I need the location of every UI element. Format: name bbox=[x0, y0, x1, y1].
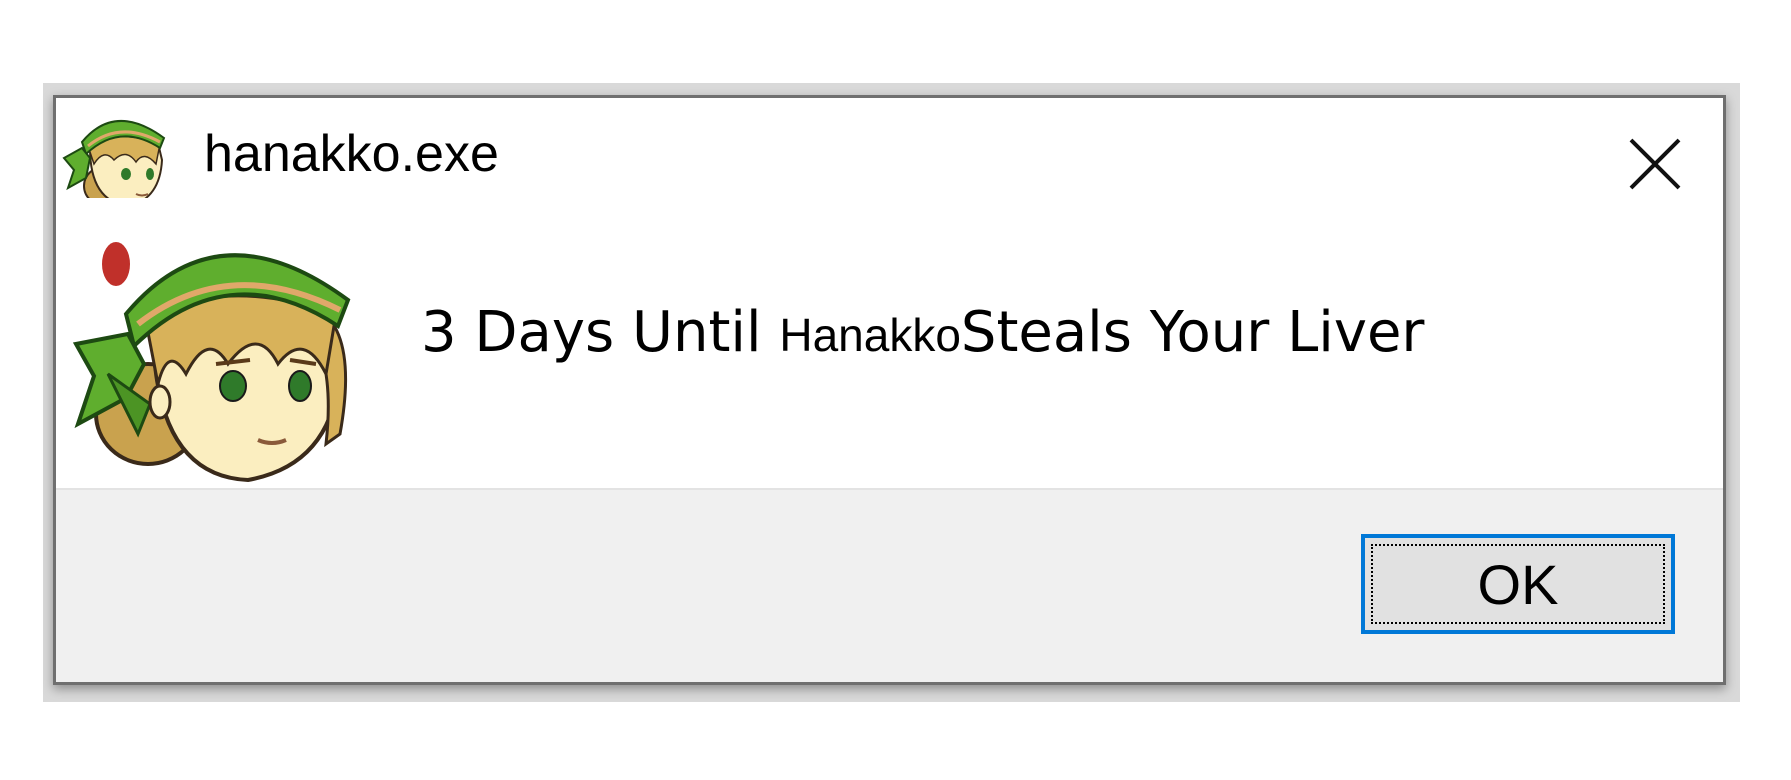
ok-button[interactable]: OK bbox=[1361, 534, 1675, 634]
ok-button-label: OK bbox=[1477, 552, 1559, 616]
hanakko-avatar bbox=[72, 242, 351, 483]
hanakko-avatar-icon bbox=[62, 119, 166, 208]
dialog-content: 3 Days Until HanakkoSteals Your Liver bbox=[56, 198, 1723, 488]
close-button[interactable] bbox=[1627, 136, 1683, 192]
message-text: 3 Days Until HanakkoSteals Your Liver bbox=[421, 298, 1424, 370]
message-suffix: Steals Your Liver bbox=[960, 300, 1425, 365]
close-icon bbox=[1629, 138, 1681, 190]
message-name: Hanakko bbox=[779, 309, 961, 361]
message-dialog: hanakko.exe 3 Days Until HanakkoSteals Y… bbox=[53, 95, 1726, 685]
window-title: hanakko.exe bbox=[204, 125, 499, 183]
message-prefix: 3 Days Until bbox=[421, 300, 780, 365]
dialog-footer: OK bbox=[56, 488, 1723, 682]
title-bar[interactable]: hanakko.exe bbox=[56, 98, 1723, 208]
